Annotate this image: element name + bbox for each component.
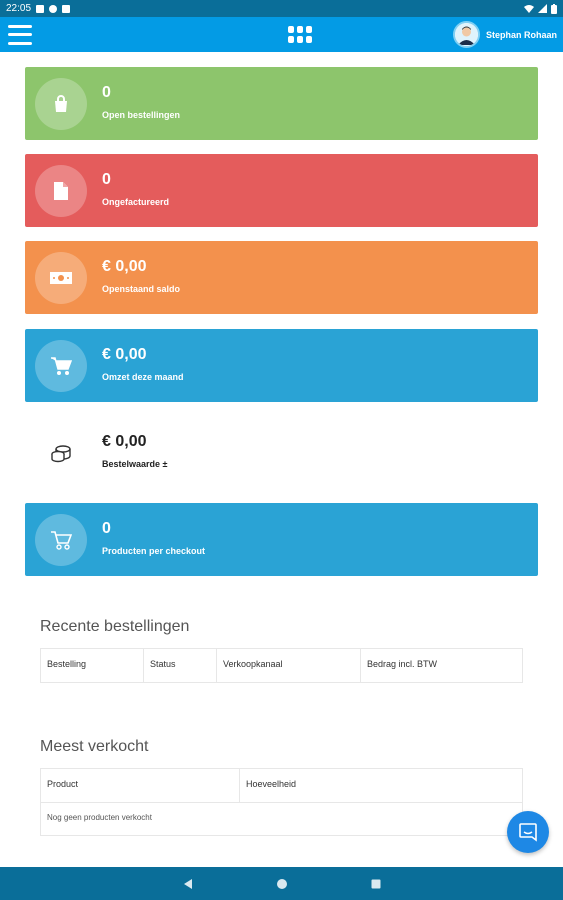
best-sold-table: Product Hoeveelheid Nog geen producten v…	[40, 768, 523, 836]
dashboard-content: 0 Open bestellingen 0 Ongefactureerd € 0…	[0, 52, 563, 867]
cart-outline-icon	[35, 513, 87, 566]
card-label: Openstaand saldo	[102, 283, 181, 294]
order-value-card[interactable]: € 0,00 Bestelwaarde ±	[25, 416, 538, 489]
card-label: Producten per checkout	[102, 545, 206, 556]
card-label: Open bestellingen	[102, 109, 181, 120]
card-value: € 0,00	[102, 345, 147, 363]
user-menu[interactable]: Stephan Rohaan	[452, 21, 557, 48]
card-value: 0	[102, 170, 111, 188]
table-header-row: Product Hoeveelheid	[41, 769, 522, 802]
column-header[interactable]: Verkoopkanaal	[217, 649, 361, 682]
chat-button[interactable]	[507, 811, 549, 853]
column-header[interactable]: Bestelling	[41, 649, 144, 682]
cart-icon	[35, 339, 87, 392]
document-icon	[35, 164, 87, 217]
bag-icon	[35, 77, 87, 130]
column-header[interactable]: Bedrag incl. BTW	[361, 649, 522, 682]
card-label: Bestelwaarde ±	[102, 458, 168, 469]
avatar	[452, 21, 480, 48]
apps-grid-icon[interactable]	[288, 26, 312, 44]
recent-orders-table: Bestelling Status Verkoopkanaal Bedrag i…	[40, 648, 523, 683]
wifi-icon	[524, 5, 534, 13]
status-time: 22:05	[6, 3, 32, 14]
column-header[interactable]: Hoeveelheid	[240, 769, 522, 802]
battery-icon	[551, 3, 557, 14]
column-header[interactable]: Status	[144, 649, 217, 682]
open-balance-card[interactable]: € 0,00 Openstaand saldo	[25, 241, 538, 314]
open-orders-card[interactable]: 0 Open bestellingen	[25, 67, 538, 140]
system-nav-bar	[0, 867, 563, 900]
app-notification-icon	[49, 4, 58, 13]
card-value: € 0,00	[102, 257, 147, 275]
card-value: 0	[102, 519, 111, 537]
recent-orders-title: Recente bestellingen	[40, 618, 190, 635]
signal-icon	[538, 4, 547, 13]
column-header[interactable]: Product	[41, 769, 240, 802]
menu-icon[interactable]	[8, 24, 32, 45]
card-value: € 0,00	[102, 432, 147, 450]
revenue-month-card[interactable]: € 0,00 Omzet deze maand	[25, 329, 538, 402]
home-icon[interactable]	[276, 878, 288, 890]
uninvoiced-card[interactable]: 0 Ongefactureerd	[25, 154, 538, 227]
best-sold-title: Meest verkocht	[40, 738, 149, 755]
table-header-row: Bestelling Status Verkoopkanaal Bedrag i…	[41, 649, 522, 682]
status-bar: 22:05	[0, 0, 563, 17]
card-label: Omzet deze maand	[102, 371, 184, 382]
card-value: 0	[102, 83, 111, 101]
user-name: Stephan Rohaan	[485, 29, 557, 40]
notification-icon	[36, 4, 45, 13]
back-icon[interactable]	[182, 878, 194, 890]
app-bar: Stephan Rohaan	[0, 17, 563, 52]
empty-state-text: Nog geen producten verkocht	[47, 813, 152, 822]
money-icon	[35, 251, 87, 304]
card-label: Ongefactureerd	[102, 196, 170, 207]
sim-icon	[62, 4, 71, 13]
recents-icon[interactable]	[370, 878, 382, 890]
table-row: Nog geen producten verkocht	[41, 802, 522, 835]
chat-icon	[519, 823, 537, 842]
products-per-checkout-card[interactable]: 0 Producten per checkout	[25, 503, 538, 576]
coins-icon	[35, 427, 87, 479]
